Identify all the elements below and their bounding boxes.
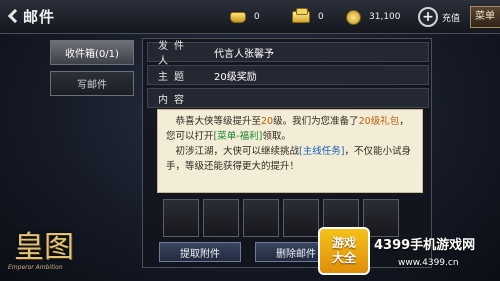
body-text: 级。我们为您准备了 bbox=[273, 116, 359, 127]
game-logo-mark: 皇图 bbox=[14, 230, 74, 265]
gold-ingot-counter: 0 bbox=[230, 8, 260, 26]
attachment-slot[interactable] bbox=[203, 199, 239, 237]
silver-tael-value: 0 bbox=[318, 12, 324, 22]
mail-body: 恭喜大侠等级提升至20级。我们为您准备了20级礼包，您可以打开[菜单-福利]领取… bbox=[157, 109, 423, 193]
plus-icon: + bbox=[418, 7, 438, 27]
silver-tael-counter: 0 bbox=[292, 8, 324, 26]
copper-coin-counter: 31,100 bbox=[346, 8, 401, 26]
content-label: 内容 bbox=[158, 94, 190, 106]
attachment-slots bbox=[163, 199, 423, 237]
gift-highlight: 20级礼包 bbox=[358, 116, 400, 127]
content-row: 内容 bbox=[147, 88, 429, 108]
body-text: 初涉江湖，大侠可以继续挑战 bbox=[175, 146, 300, 157]
sender-label: 发件人 bbox=[158, 41, 190, 67]
watermark-badge-line1: 游戏 bbox=[331, 236, 356, 250]
recharge-button[interactable]: + 充值 bbox=[418, 6, 460, 28]
attachment-slot[interactable] bbox=[283, 199, 319, 237]
sender-value: 代言人张馨予 bbox=[214, 48, 274, 60]
mail-body-paragraph-1: 恭喜大侠等级提升至20级。我们为您准备了20级礼包，您可以打开[菜单-福利]领取… bbox=[166, 114, 414, 144]
chevron-left-icon bbox=[7, 8, 23, 24]
game-logo-subtitle: Emperor Ambition bbox=[8, 264, 63, 271]
subject-row: 主题 20级奖励 bbox=[147, 65, 429, 85]
copper-coin-value: 31,100 bbox=[369, 12, 401, 22]
silver-tael-icon bbox=[292, 8, 310, 23]
page-title: 邮件 bbox=[23, 7, 56, 26]
game-logo: 皇图 Emperor Ambition bbox=[4, 218, 74, 278]
tab-inbox[interactable]: 收件箱(0/1) bbox=[50, 40, 134, 65]
back-button[interactable]: 邮件 bbox=[6, 3, 56, 29]
copper-coin-icon bbox=[346, 9, 361, 25]
mail-body-paragraph-2: 初涉江湖，大侠可以继续挑战[主线任务]，不仅能小试身手，等级还能获得更大的提升！ bbox=[166, 144, 414, 174]
watermark-url: www.4399.cn bbox=[398, 258, 459, 268]
tab-write-mail[interactable]: 写邮件 bbox=[50, 71, 134, 96]
watermark-badge: 游戏 大全 bbox=[318, 227, 370, 275]
menu-button[interactable]: 菜单 bbox=[470, 6, 500, 28]
gold-ingot-icon bbox=[230, 11, 246, 23]
recharge-label: 充值 bbox=[442, 13, 461, 24]
attachment-slot[interactable] bbox=[243, 199, 279, 237]
welfare-menu-link[interactable]: [菜单-福利] bbox=[214, 131, 263, 142]
gold-ingot-value: 0 bbox=[254, 12, 260, 22]
body-text: 领取。 bbox=[262, 131, 291, 142]
sender-row: 发件人 代言人张馨予 bbox=[147, 41, 429, 67]
subject-value: 20级奖励 bbox=[214, 71, 257, 83]
claim-attachments-button[interactable]: 提取附件 bbox=[159, 242, 241, 262]
level-highlight: 20 bbox=[261, 116, 274, 127]
body-text: 恭喜大侠等级提升至 bbox=[175, 116, 262, 127]
watermark-badge-line2: 大全 bbox=[331, 251, 356, 265]
main-quest-link[interactable]: [主线任务] bbox=[299, 146, 344, 157]
watermark-text: 4399手机游戏网 bbox=[374, 238, 476, 253]
attachment-slot[interactable] bbox=[163, 199, 199, 237]
top-bar: 邮件 0 0 31,100 + 充值 菜单 bbox=[0, 0, 500, 34]
subject-label: 主题 bbox=[158, 71, 190, 83]
